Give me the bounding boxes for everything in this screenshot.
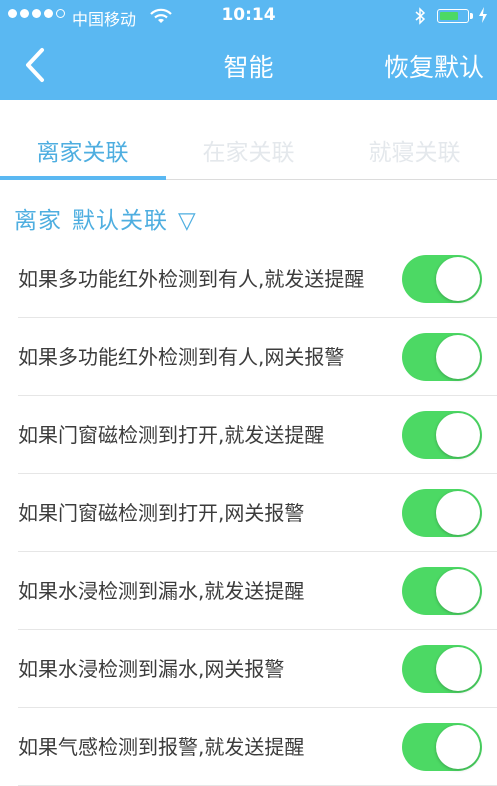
toggle-knob [436, 647, 480, 691]
bluetooth-icon [415, 7, 426, 25]
rule-row: 如果气感检测到报警,就发送提醒 [0, 708, 497, 786]
rule-text: 如果多功能红外检测到有人,就发送提醒 [18, 267, 365, 291]
battery-tip [470, 13, 473, 19]
battery-icon [437, 9, 469, 23]
rule-text: 如果门窗磁检测到打开,就发送提醒 [18, 423, 325, 447]
rule-toggle[interactable] [402, 645, 482, 693]
rule-toggle[interactable] [402, 489, 482, 537]
status-bar: 中国移动 10:14 [0, 0, 497, 32]
charging-icon [479, 7, 487, 23]
restore-default-button[interactable]: 恢复默认 [384, 48, 484, 84]
rule-row: 如果多功能红外检测到有人,网关报警 [0, 318, 497, 396]
toggle-knob [436, 491, 480, 535]
tab-bar: 离家关联 在家关联 就寝关联 [0, 100, 497, 180]
toggle-knob [436, 413, 480, 457]
rule-text: 如果水浸检测到漏水,网关报警 [18, 657, 285, 681]
rule-row: 如果水浸检测到漏水,就发送提醒 [0, 552, 497, 630]
rule-toggle[interactable] [402, 255, 482, 303]
dropdown-triangle-icon: ▽ [178, 208, 197, 234]
tab-away-linkage[interactable]: 离家关联 [0, 133, 165, 167]
toggle-knob [436, 335, 480, 379]
rule-toggle[interactable] [402, 723, 482, 771]
tab-home-linkage[interactable]: 在家关联 [166, 133, 331, 167]
toggle-knob [436, 257, 480, 301]
preset-selector[interactable]: 离家 默认关联 ▽ [14, 201, 197, 235]
rule-text: 如果气感检测到报警,就发送提醒 [18, 735, 305, 759]
tab-sleep-linkage[interactable]: 就寝关联 [332, 133, 497, 167]
toggle-knob [436, 725, 480, 769]
rule-row: 如果水浸检测到漏水,网关报警 [0, 630, 497, 708]
rule-toggle[interactable] [402, 411, 482, 459]
mode-label: 离家 [14, 208, 62, 234]
rule-text: 如果门窗磁检测到打开,网关报警 [18, 501, 305, 525]
rule-toggle[interactable] [402, 333, 482, 381]
preset-label: 默认关联 [72, 208, 168, 234]
toggle-knob [436, 569, 480, 613]
active-tab-indicator [0, 176, 166, 180]
rule-text: 如果多功能红外检测到有人,网关报警 [18, 345, 345, 369]
rule-row: 如果门窗磁检测到打开,就发送提醒 [0, 396, 497, 474]
rule-row: 如果多功能红外检测到有人,就发送提醒 [0, 240, 497, 318]
header-bar: 中国移动 10:14 智能 恢复默认 [0, 0, 497, 100]
rule-text: 如果水浸检测到漏水,就发送提醒 [18, 579, 305, 603]
rule-toggle[interactable] [402, 567, 482, 615]
rule-row: 如果门窗磁检测到打开,网关报警 [0, 474, 497, 552]
